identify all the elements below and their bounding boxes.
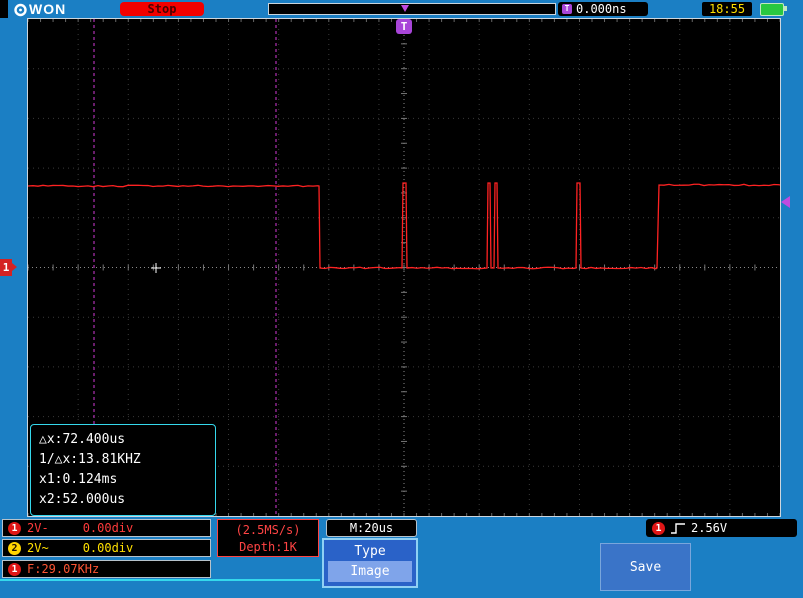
channel2-badge: 2 — [8, 542, 21, 555]
trigger-position-marker-icon — [401, 5, 409, 12]
clock: 18:55 — [702, 2, 752, 16]
record-depth: Depth:1K — [239, 540, 297, 554]
channel2-offset: 0.00div — [83, 542, 134, 554]
trigger-horizontal-marker[interactable]: T — [396, 19, 412, 34]
owon-logo: WON — [13, 1, 66, 17]
oscilloscope-screen: WON Stop T 0.000ns 18:55 T 1 △x:72.400us… — [0, 0, 803, 598]
trigger-level-value: 2.56V — [691, 522, 727, 534]
channel1-status[interactable]: 1 2V- 0.00div — [2, 519, 211, 537]
battery-icon — [760, 3, 784, 16]
type-label: Type — [354, 544, 385, 559]
run-state-button[interactable]: Stop — [120, 2, 204, 16]
timebase-readout[interactable]: M:20us — [326, 519, 417, 537]
channel1-scale: 2V- — [27, 522, 49, 534]
save-button[interactable]: Save — [600, 543, 691, 591]
cursor-delta-x: △x:72.400us — [39, 430, 207, 450]
trigger-source-badge: 1 — [652, 522, 665, 535]
channel2-scale: 2V~ — [27, 542, 49, 554]
trigger-level-arrow-icon[interactable] — [781, 196, 790, 208]
owon-logo-icon — [13, 2, 28, 17]
menu-divider — [0, 579, 320, 581]
acquisition-status: (2.5MS/s) Depth:1K — [217, 519, 319, 557]
channel1-badge: 1 — [8, 522, 21, 535]
type-value: Image — [328, 561, 412, 582]
trigger-t-icon: T — [562, 4, 572, 14]
cursor-x1: x1:0.124ms — [39, 470, 207, 490]
channel2-status[interactable]: 2 2V~ 0.00div — [2, 539, 211, 557]
type-menu-button[interactable]: Type Image — [322, 538, 418, 588]
trigger-time-readout: T 0.000ns — [558, 2, 648, 16]
sample-rate: (2.5MS/s) — [235, 523, 300, 537]
frequency-counter: 1 F:29.07KHz — [2, 560, 211, 578]
channel1-offset: 0.00div — [83, 522, 134, 534]
cursor-inv-delta-x: 1/△x:13.81KHZ — [39, 450, 207, 470]
owon-logo-text: WON — [29, 1, 66, 17]
cursor-x2: x2:52.000us — [39, 490, 207, 510]
channel1-position-marker[interactable]: 1 — [0, 259, 12, 276]
frequency-value: F:29.07KHz — [27, 563, 99, 575]
cursor-measurement-box: △x:72.400us 1/△x:13.81KHZ x1:0.124ms x2:… — [30, 424, 216, 516]
frequency-source-badge: 1 — [8, 563, 21, 576]
trigger-status[interactable]: 1 2.56V — [646, 519, 797, 537]
horizontal-position-bar[interactable] — [268, 3, 556, 15]
rising-edge-icon — [670, 522, 686, 535]
trigger-time-value: 0.000ns — [576, 2, 627, 16]
topbar-corner — [0, 0, 8, 18]
